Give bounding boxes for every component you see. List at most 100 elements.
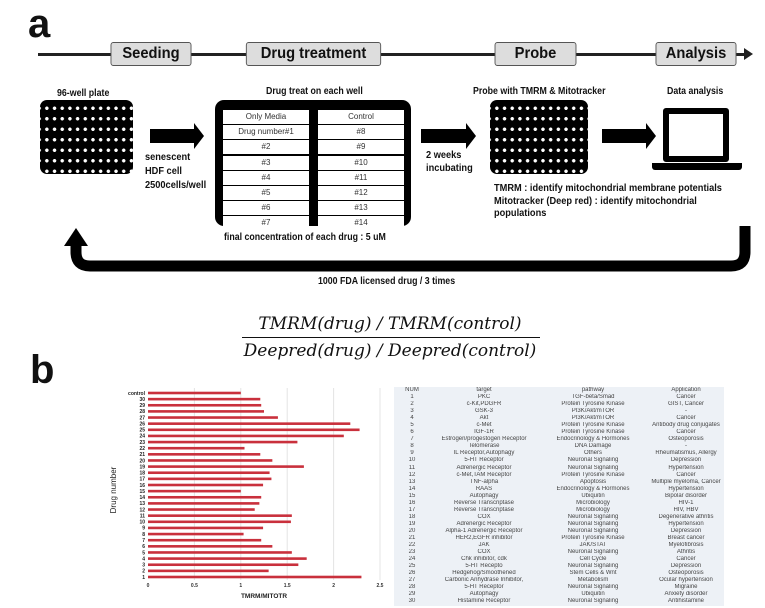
bar (148, 489, 241, 493)
table-cell: 25 (408, 563, 416, 570)
table-row: 9 IL Receptor,Autophagy Others Rheumatismus… (394, 450, 724, 457)
table-cell: pathway (581, 387, 605, 393)
table-row: 14 RAAS Endocrinology & Hormones Hypertensi… (394, 486, 724, 493)
table-cell: Hedgehog/Smoothened (452, 570, 516, 577)
table-cell: 22 (408, 542, 416, 549)
table-cell: Reverse Transcriptase (453, 506, 515, 513)
table-cell: Cell Cycle (579, 556, 607, 563)
table-cell: Microbiology (576, 499, 610, 506)
table-cell: 19 (408, 520, 416, 527)
table-cell: Endocrinology & Hormones (556, 436, 630, 443)
table-row: 5 c-Met Protein Tyrosine Kinase Antibody dr… (394, 422, 724, 429)
y-tick-label: 26 (139, 421, 145, 427)
table-cell: c-Met (476, 422, 492, 429)
bar (148, 502, 260, 505)
table-cell: target (476, 387, 492, 393)
drug-table: NUM target pathway Application 1 PKC TGF-beta/… (394, 387, 724, 606)
table-cell: Degenerative athritis (658, 513, 714, 520)
formula-numerator: TMRM(drug) / TMRM(control) (258, 314, 522, 334)
x-tick-label: 1.5 (284, 583, 291, 589)
table-row: 8 Telomerase DNA Damage - (394, 443, 724, 450)
y-tick-label: 30 (139, 397, 145, 403)
table-cell: Metabolism (577, 577, 609, 584)
table-cell: Depression (670, 457, 702, 464)
table-cell: Neuronal Signaling (567, 584, 619, 591)
bar (148, 526, 264, 530)
y-tick-label: 23 (139, 440, 145, 446)
y-tick-label: 19 (139, 464, 145, 470)
table-cell: HIV, HBV (673, 506, 699, 513)
table-row: 23 COX Neuronal Signaling Athritis (394, 549, 724, 556)
table-row: 16 Reverse Transcriptase Microbiology HIV-1 (394, 500, 724, 507)
table-cell: Protein Tyrosine Kinase (561, 471, 625, 478)
table-cell: Carbonic Anhydrase Inhibitor, (444, 577, 524, 584)
table-cell: 20 (408, 527, 416, 534)
table-cell: 5-HT Receptor (464, 584, 504, 591)
bar (148, 508, 255, 511)
bar (148, 520, 291, 524)
table-cell: Ubiquitin (581, 492, 605, 499)
table-cell: Autophagy (469, 492, 499, 499)
table-cell: 3 (410, 408, 414, 415)
table-cell: Cancer (676, 429, 696, 436)
table-cell: Ocular hypertension (659, 577, 713, 584)
table-row: 20 Alpha-1 Adrenergic Receptor Neuronal Si… (394, 528, 724, 535)
table-cell: Application (671, 387, 701, 393)
table-cell: 21 (408, 534, 416, 541)
table-cell: Akt (479, 415, 489, 422)
table-cell: Neuronal Signaling (567, 513, 619, 520)
table-cell: 27 (408, 577, 416, 584)
table-cell: Depression (670, 563, 702, 570)
table-cell: 23 (408, 549, 416, 556)
table-cell: Neuronal Signaling (567, 549, 619, 556)
table-cell: 7 (410, 436, 414, 443)
table-cell: 6 (410, 429, 414, 436)
bar (148, 471, 270, 475)
table-row: 26 Hedgehog/Smoothened Stem Cells & Wnt Ost… (394, 570, 724, 577)
table-row: 28 5-HT Receptor Neuronal Signaling Migrain… (394, 584, 724, 591)
table-cell: Rheumatismus, Allergy (655, 450, 717, 457)
table-cell: IL Receptor,Autophagy (453, 450, 515, 457)
table-cell: Neuronal Signaling (567, 464, 619, 471)
table-cell: Alpha-1 Adrenergic Receptor (445, 527, 523, 534)
table-cell: Histamine Receptor (457, 598, 511, 605)
bar (148, 569, 269, 573)
bar (148, 532, 244, 536)
table-row: 24 Chk inhibitor, cdk Cell Cycle Cancer (394, 556, 724, 563)
table-header: NUM target pathway Application (394, 387, 724, 394)
table-cell: Neuronal Signaling (567, 598, 619, 605)
bar (148, 459, 273, 462)
table-cell: RAAS (475, 485, 493, 492)
table-cell: TNF-alpha (469, 478, 499, 485)
table-row: 12 c-Met,TAM Receptor Protein Tyrosine Kin… (394, 472, 724, 479)
bar (148, 422, 351, 425)
y-tick-label: control (128, 391, 146, 397)
table-cell: PKC (477, 394, 491, 401)
table-cell: Myelofibrosis (668, 542, 704, 549)
table-cell: Neuronal Signaling (567, 563, 619, 570)
bar (148, 557, 307, 560)
bar (148, 446, 245, 450)
bar (148, 563, 299, 567)
bar (148, 514, 292, 517)
loop-note: 1000 FDA licensed drug / 3 times (318, 276, 456, 287)
table-cell: 15 (408, 492, 416, 499)
table-cell: GSK-3 (474, 408, 493, 415)
table-cell: 14 (408, 485, 416, 492)
table-cell: Reverse Transcriptase (453, 499, 515, 506)
y-tick-label: 16 (139, 483, 145, 489)
table-cell: Athritis (676, 549, 696, 556)
formula-fraction-bar (242, 337, 540, 338)
bar (148, 453, 261, 456)
bar (148, 440, 298, 444)
table-cell: 26 (408, 570, 416, 577)
table-cell: Neuronal Signaling (567, 520, 619, 527)
table-cell: COX (477, 549, 491, 556)
bar (148, 391, 241, 395)
table-row: 7 Estrogen/progestogen Receptor Endocrinol… (394, 436, 724, 443)
table-cell: Protein Tyrosine Kinase (561, 534, 625, 541)
table-cell: c-Met,TAM Receptor (456, 471, 512, 478)
table-cell: Hypertension (668, 520, 704, 527)
table-cell: Autophagy (469, 591, 499, 598)
y-tick-label: 22 (139, 446, 145, 452)
